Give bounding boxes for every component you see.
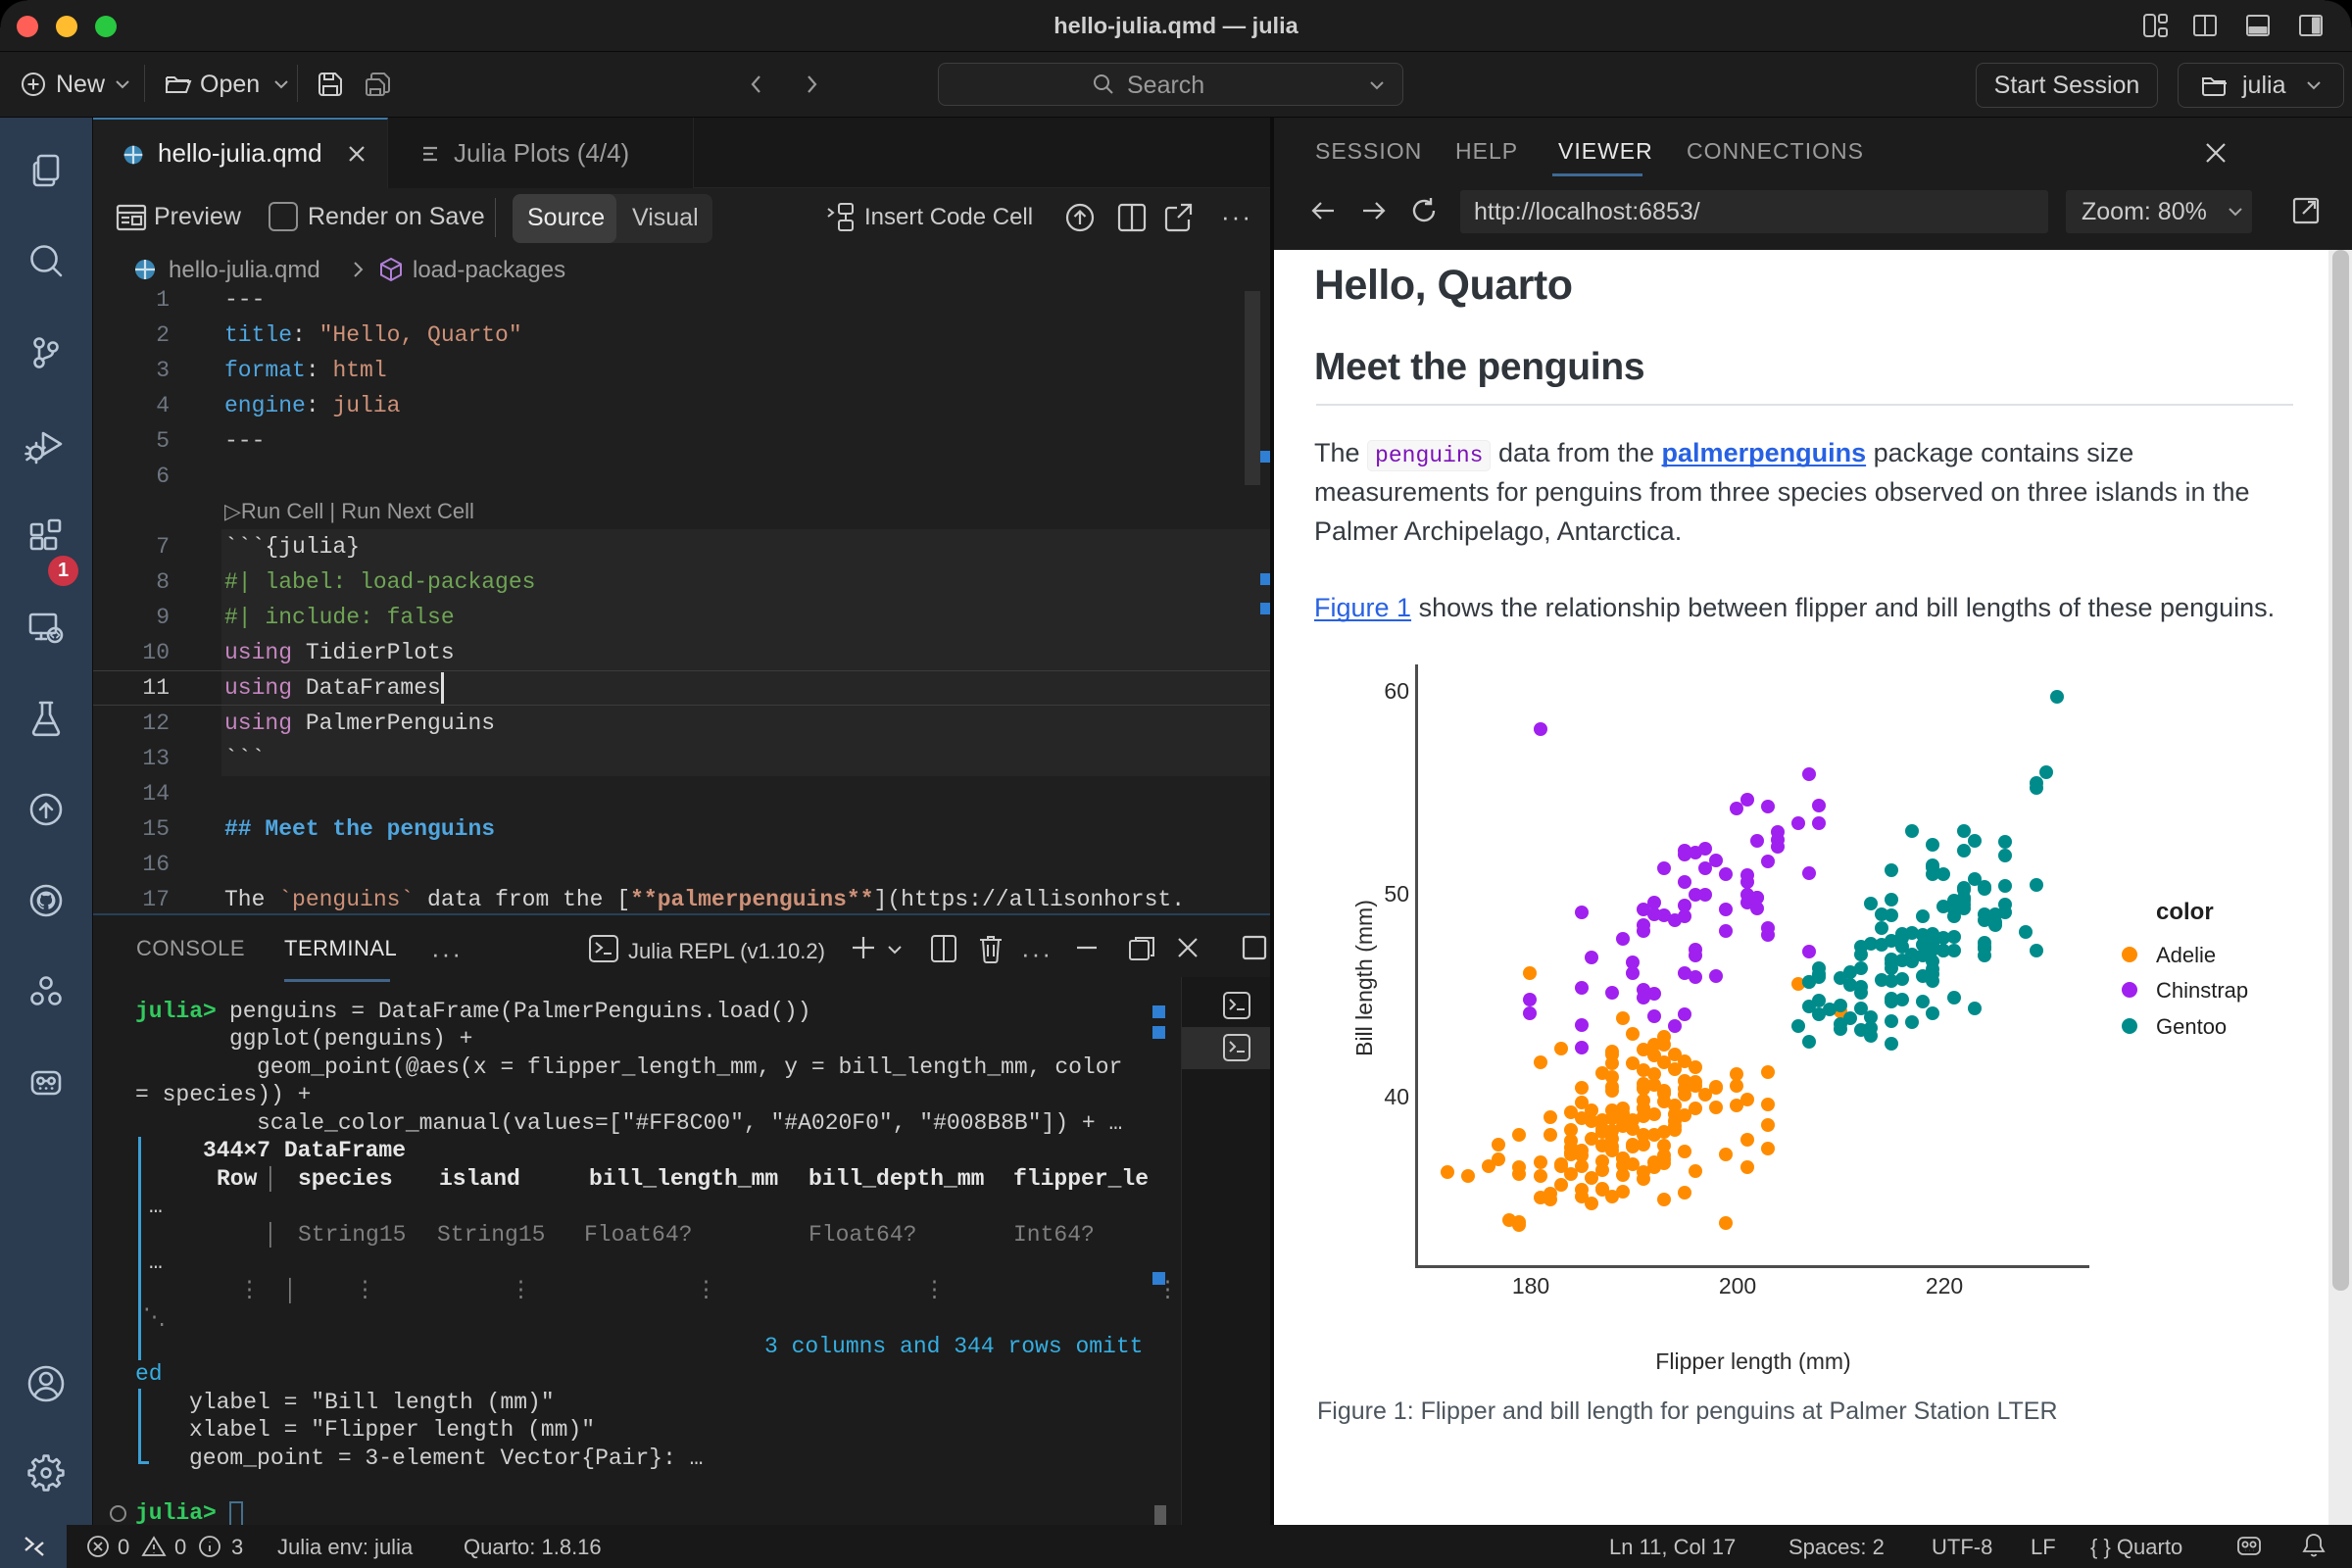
svg-text:Gentoo: Gentoo: [2156, 1014, 2227, 1039]
svg-text:200: 200: [1719, 1273, 1756, 1298]
svg-text:60: 60: [1384, 678, 1409, 704]
svg-text:Chinstrap: Chinstrap: [2156, 978, 2248, 1003]
svg-text:50: 50: [1384, 881, 1409, 906]
svg-text:220: 220: [1926, 1273, 1963, 1298]
svg-text:180: 180: [1512, 1273, 1549, 1298]
svg-text:Adelie: Adelie: [2156, 943, 2216, 967]
svg-text:color: color: [2156, 899, 2214, 925]
svg-text:40: 40: [1384, 1084, 1409, 1109]
svg-text:Bill length (mm): Bill length (mm): [1351, 900, 1377, 1056]
svg-text:Flipper length (mm): Flipper length (mm): [1655, 1348, 1850, 1374]
